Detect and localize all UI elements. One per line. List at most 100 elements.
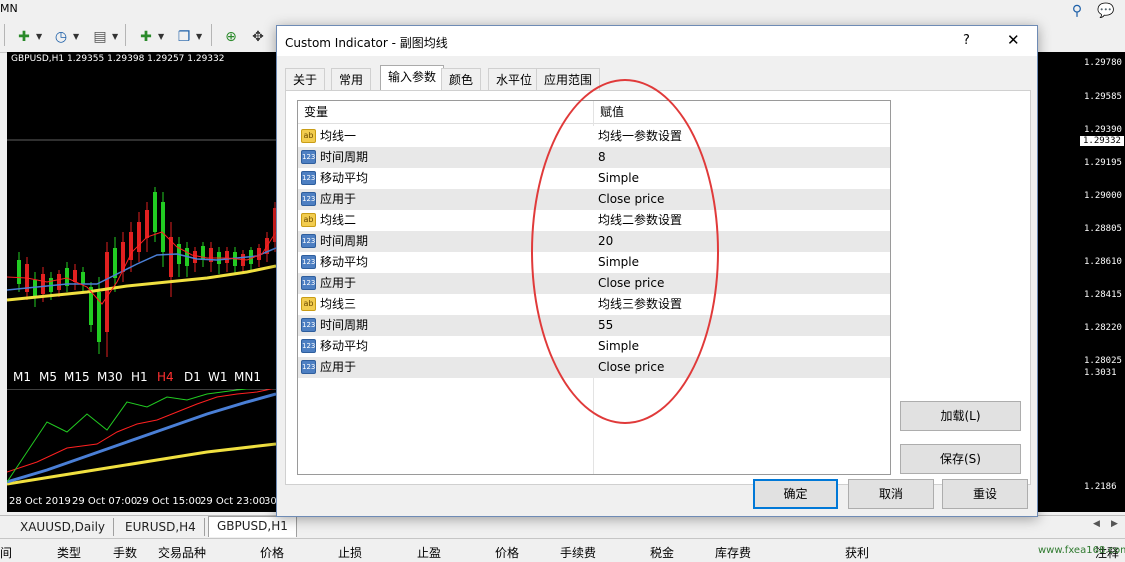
add-indicator-icon[interactable]: ✚ [134, 26, 158, 48]
timeframe-m1[interactable]: M1 [13, 370, 31, 384]
tab-levels[interactable]: 水平位 [488, 68, 541, 91]
timeframe-h4[interactable]: H4 [157, 370, 174, 384]
tab-inputs[interactable]: 输入参数 [380, 65, 445, 92]
number-param-icon: 123 [301, 360, 316, 374]
timeframe-bar: M1 M5 M15 M30 H1 H4 D1 W1 MN1 [7, 368, 276, 389]
col-profit[interactable]: 获利 [845, 544, 869, 561]
price-chart[interactable]: GBPUSD,H1 1.29355 1.29398 1.29257 1.2933… [7, 52, 276, 512]
tab-xauusd[interactable]: XAUUSD,Daily [12, 518, 115, 536]
time-label: 28 Oct 2019 [9, 496, 71, 507]
close-button[interactable]: ✕ [1007, 31, 1020, 49]
chevron-down-icon[interactable]: ▼ [73, 32, 79, 41]
current-price-badge: 1.29332 [1080, 136, 1124, 146]
toolbar-left-label: MN [0, 2, 18, 15]
price-label: 1.3031 [1084, 368, 1117, 378]
load-button[interactable]: 加载(L) [900, 401, 1021, 431]
time-label: 29 Oct 07:00 [72, 496, 138, 507]
ma-slow-line [7, 264, 276, 302]
timeframe-mn1[interactable]: MN1 [234, 370, 261, 384]
timeframe-h1[interactable]: H1 [131, 370, 148, 384]
number-param-icon: 123 [301, 276, 316, 290]
tab-about[interactable]: 关于 [285, 68, 326, 91]
annotation-ellipse [531, 79, 719, 424]
price-label: 1.29000 [1084, 191, 1122, 201]
chat-icon[interactable]: 💬 [1094, 0, 1118, 22]
time-label: 29 Oct 23:00 [200, 496, 266, 507]
price-label: 1.28220 [1084, 323, 1122, 333]
col-price-current[interactable]: 价格 [495, 544, 519, 561]
price-label: 1.29195 [1084, 158, 1122, 168]
string-param-icon: ab [301, 213, 316, 227]
reset-button[interactable]: 重设 [942, 479, 1028, 509]
tab-visualization[interactable]: 应用范围 [536, 68, 601, 91]
col-type[interactable]: 类型 [57, 544, 81, 561]
price-axis: 1.29780 1.29585 1.29390 1.29332 1.29195 … [1078, 52, 1125, 512]
number-param-icon: 123 [301, 255, 316, 269]
chevron-down-icon[interactable]: ▼ [196, 32, 202, 41]
timeframe-d1[interactable]: D1 [184, 370, 201, 384]
dialog-title: Custom Indicator - 副图均线 [285, 36, 448, 50]
terminal-header: 间 类型 手数 交易品种 价格 止损 止盈 价格 手续费 税金 库存费 获利 注… [0, 538, 1125, 562]
number-param-icon: 123 [301, 192, 316, 206]
window-icon[interactable]: ❐ [172, 26, 196, 48]
number-param-icon: 123 [301, 150, 316, 164]
ma-fast-line [7, 231, 276, 305]
tab-gbpusd[interactable]: GBPUSD,H1 [208, 516, 297, 537]
timeframe-w1[interactable]: W1 [208, 370, 228, 384]
string-param-icon: ab [301, 297, 316, 311]
col-stop-loss[interactable]: 止损 [338, 544, 362, 561]
col-symbol[interactable]: 交易品种 [158, 544, 206, 561]
col-swap[interactable]: 库存费 [715, 544, 751, 561]
timeframe-m5[interactable]: M5 [39, 370, 57, 384]
price-label: 1.28025 [1084, 356, 1122, 366]
number-param-icon: 123 [301, 318, 316, 332]
new-order-icon[interactable]: ✚ [12, 26, 36, 48]
price-label: 1.28610 [1084, 257, 1122, 267]
time-label: 29 Oct 15:00 [136, 496, 202, 507]
clock-icon[interactable]: ◷ [49, 26, 73, 48]
number-param-icon: 123 [301, 171, 316, 185]
chevron-down-icon[interactable]: ▼ [158, 32, 164, 41]
price-label: 1.29780 [1084, 58, 1122, 68]
template-icon[interactable]: ▤ [88, 26, 112, 48]
chart-right-edge [1036, 52, 1078, 512]
col-take-profit[interactable]: 止盈 [417, 544, 441, 561]
number-param-icon: 123 [301, 339, 316, 353]
watermark: www.fxea168.com [1038, 545, 1125, 556]
sub-green-line [7, 385, 276, 483]
chevron-down-icon[interactable]: ▼ [112, 32, 118, 41]
price-label: 1.29390 [1084, 125, 1122, 135]
col-price[interactable]: 价格 [260, 544, 284, 561]
scroll-left-icon[interactable]: ◀ [1093, 519, 1100, 529]
zoom-icon[interactable]: ⊕ [219, 26, 243, 48]
price-label: 1.2186 [1084, 482, 1117, 492]
timeframe-m30[interactable]: M30 [97, 370, 123, 384]
number-param-icon: 123 [301, 234, 316, 248]
price-label: 1.28805 [1084, 224, 1122, 234]
scroll-right-icon[interactable]: ▶ [1111, 519, 1118, 529]
sub-fast-line [7, 387, 276, 473]
price-label: 1.28415 [1084, 290, 1122, 300]
crosshair-icon[interactable]: ✥ [246, 26, 270, 48]
col-tax[interactable]: 税金 [650, 544, 674, 561]
dialog-title-bar[interactable]: Custom Indicator - 副图均线 ? ✕ [277, 26, 1037, 56]
col-commission[interactable]: 手续费 [560, 544, 596, 561]
cancel-button[interactable]: 取消 [848, 479, 934, 509]
save-button[interactable]: 保存(S) [900, 444, 1021, 474]
help-button[interactable]: ? [963, 33, 970, 48]
string-param-icon: ab [301, 129, 316, 143]
tab-colors[interactable]: 颜色 [441, 68, 482, 91]
timeframe-m15[interactable]: M15 [64, 370, 90, 384]
tab-eurusd[interactable]: EURUSD,H4 [117, 518, 205, 536]
chart-tabs: XAUUSD,Daily EURUSD,H4 GBPUSD,H1 ◀ ▶ [0, 515, 1125, 538]
sub-slow-line [7, 442, 276, 486]
time-label: 30 [264, 496, 277, 507]
ok-button[interactable]: 确定 [753, 479, 838, 509]
chevron-down-icon[interactable]: ▼ [36, 32, 42, 41]
tab-common[interactable]: 常用 [331, 68, 372, 91]
col-lots[interactable]: 手数 [113, 544, 137, 561]
search-icon[interactable]: ⚲ [1065, 0, 1089, 22]
column-header-variable[interactable]: 变量 [298, 101, 593, 124]
col-time[interactable]: 间 [0, 544, 12, 561]
price-label: 1.29585 [1084, 92, 1122, 102]
